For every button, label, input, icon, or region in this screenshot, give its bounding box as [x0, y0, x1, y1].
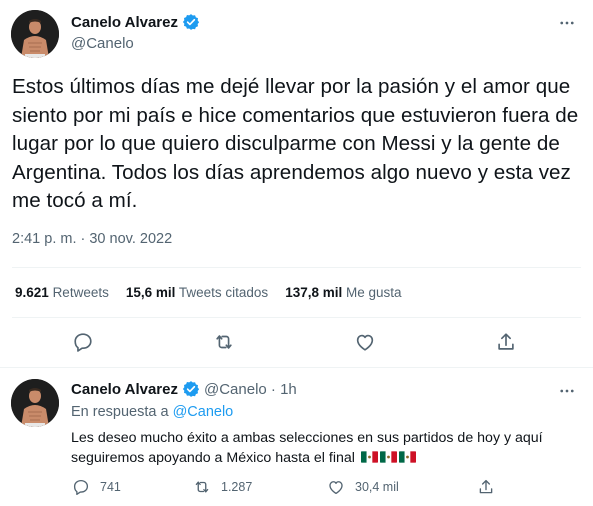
quotes-label: Tweets citados	[178, 285, 269, 300]
likes-count: 137,8 mil	[285, 285, 343, 300]
likes-stat[interactable]: 137,8 mil Me gusta	[285, 285, 401, 300]
reply-tweet-actions: 741 1.287 30,4 mil	[0, 478, 593, 498]
like-icon	[356, 334, 374, 351]
retweet-icon	[216, 335, 232, 349]
reply-author-row: Canelo Alvarez @Canelo · 1h	[71, 380, 297, 398]
divider	[12, 317, 581, 318]
reply-button[interactable]: 741	[72, 478, 121, 496]
retweets-label: Retweets	[52, 285, 109, 300]
retweet-button[interactable]	[213, 331, 235, 353]
main-tweet: Canelo Alvarez @Canelo Estos últimos día…	[0, 0, 593, 368]
reply-text: Les deseo mucho éxito a ambas seleccione…	[71, 430, 543, 466]
author-handle[interactable]: @Canelo	[71, 35, 134, 52]
like-button[interactable]: 30,4 mil	[327, 478, 399, 496]
retweets-count: 9.621	[15, 285, 49, 300]
mexico-flag-icon	[398, 451, 416, 463]
tweet-actions	[0, 331, 593, 355]
author-handle-row: @Canelo	[71, 35, 134, 52]
reply-tweet[interactable]: Canelo Alvarez @Canelo · 1h En respuesta…	[0, 368, 593, 506]
tweet-stats: 9.621 Retweets 15,6 mil Tweets citados 1…	[15, 285, 402, 300]
more-icon	[560, 21, 574, 25]
author-name-row: Canelo Alvarez	[71, 13, 200, 31]
share-button[interactable]	[477, 478, 495, 496]
more-options-button[interactable]	[555, 379, 579, 403]
tweet-timestamp[interactable]: 2:41 p. m. · 30 nov. 2022	[12, 231, 172, 247]
reply-handle-time[interactable]: @Canelo · 1h	[204, 381, 297, 398]
like-count: 30,4 mil	[355, 480, 399, 494]
retweet-icon	[195, 481, 209, 493]
more-icon	[560, 389, 574, 393]
like-icon	[329, 481, 343, 495]
reply-prefix: En respuesta a	[71, 404, 169, 420]
reply-count: 741	[100, 480, 121, 494]
reply-icon	[73, 479, 89, 496]
quotes-stat[interactable]: 15,6 mil Tweets citados	[126, 285, 268, 300]
reply-to-handle-link[interactable]: @Canelo	[173, 404, 234, 420]
retweet-button[interactable]: 1.287	[193, 478, 252, 496]
mexico-flag-icon	[379, 451, 397, 463]
avatar[interactable]	[11, 10, 59, 58]
share-button[interactable]	[495, 331, 517, 353]
reply-button[interactable]	[72, 331, 94, 353]
like-button[interactable]	[354, 331, 376, 353]
retweets-stat[interactable]: 9.621 Retweets	[15, 285, 109, 300]
reply-icon	[74, 333, 92, 352]
quotes-count: 15,6 mil	[125, 285, 176, 300]
verified-badge-icon	[182, 14, 200, 30]
verified-badge-icon	[182, 381, 200, 397]
retweet-count: 1.287	[221, 480, 253, 494]
likes-label: Me gusta	[346, 285, 402, 300]
share-icon	[498, 333, 514, 350]
share-icon	[479, 479, 493, 494]
author-display-name[interactable]: Canelo Alvarez	[71, 14, 178, 31]
tweet-text: Estos últimos días me dejé llevar por la…	[12, 75, 579, 213]
reply-author-name[interactable]: Canelo Alvarez	[71, 381, 178, 398]
boxer-photo-icon	[11, 10, 59, 58]
more-options-button[interactable]	[555, 11, 579, 35]
reply-context: En respuesta a @Canelo	[71, 404, 233, 420]
divider	[12, 267, 581, 268]
mexico-flag-icon	[360, 451, 378, 463]
reply-text-block: Les deseo mucho éxito a ambas seleccione…	[71, 428, 581, 468]
